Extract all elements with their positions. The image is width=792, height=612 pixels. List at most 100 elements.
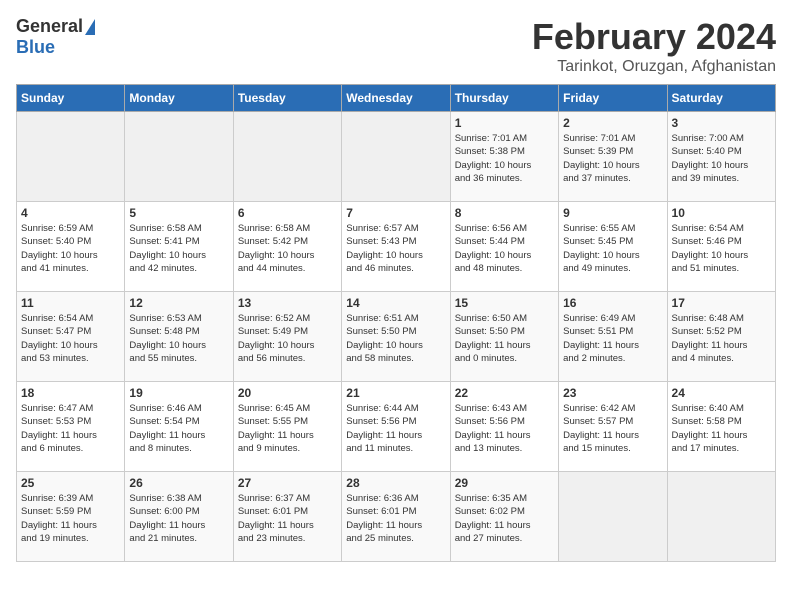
day-info: Sunrise: 6:44 AM Sunset: 5:56 PM Dayligh… [346,402,445,455]
day-number: 25 [21,476,120,490]
day-number: 15 [455,296,554,310]
day-header-tuesday: Tuesday [233,85,341,112]
day-header-thursday: Thursday [450,85,558,112]
calendar-cell: 10 Sunrise: 6:54 AM Sunset: 5:46 PM Dayli… [667,202,775,292]
calendar-cell: 16Sunrise: 6:49 AM Sunset: 5:51 PM Dayli… [559,292,667,382]
day-info: Sunrise: 6:36 AM Sunset: 6:01 PM Dayligh… [346,492,445,545]
calendar-cell: 3 Sunrise: 7:00 AM Sunset: 5:40 PM Daylig… [667,112,775,202]
calendar-cell: 14 Sunrise: 6:51 AM Sunset: 5:50 PM Dayli… [342,292,450,382]
day-info: Sunrise: 7:00 AM Sunset: 5:40 PM Dayligh… [672,132,771,185]
calendar-cell: 13 Sunrise: 6:52 AM Sunset: 5:49 PM Dayli… [233,292,341,382]
calendar-header-row: SundayMondayTuesdayWednesdayThursdayFrid… [17,85,776,112]
calendar-cell: 25Sunrise: 6:39 AM Sunset: 5:59 PM Dayli… [17,472,125,562]
calendar-cell [17,112,125,202]
day-number: 24 [672,386,771,400]
calendar-cell: 4 Sunrise: 6:59 AM Sunset: 5:40 PM Daylig… [17,202,125,292]
logo-blue: Blue [16,37,55,58]
day-info: Sunrise: 6:52 AM Sunset: 5:49 PM Dayligh… [238,312,337,365]
day-info: Sunrise: 6:58 AM Sunset: 5:42 PM Dayligh… [238,222,337,275]
day-info: Sunrise: 6:57 AM Sunset: 5:43 PM Dayligh… [346,222,445,275]
calendar-week-2: 11 Sunrise: 6:54 AM Sunset: 5:47 PM Dayli… [17,292,776,382]
day-info: Sunrise: 7:01 AM Sunset: 5:38 PM Dayligh… [455,132,554,185]
day-header-monday: Monday [125,85,233,112]
calendar-cell: 11 Sunrise: 6:54 AM Sunset: 5:47 PM Dayli… [17,292,125,382]
day-number: 11 [21,296,120,310]
calendar-cell: 18Sunrise: 6:47 AM Sunset: 5:53 PM Dayli… [17,382,125,472]
day-number: 6 [238,206,337,220]
day-info: Sunrise: 6:56 AM Sunset: 5:44 PM Dayligh… [455,222,554,275]
calendar-cell: 26 Sunrise: 6:38 AM Sunset: 6:00 PM Dayli… [125,472,233,562]
calendar-week-1: 4 Sunrise: 6:59 AM Sunset: 5:40 PM Daylig… [17,202,776,292]
calendar-cell [342,112,450,202]
day-number: 16 [563,296,662,310]
day-info: Sunrise: 6:38 AM Sunset: 6:00 PM Dayligh… [129,492,228,545]
calendar-cell: 19Sunrise: 6:46 AM Sunset: 5:54 PM Dayli… [125,382,233,472]
day-info: Sunrise: 6:54 AM Sunset: 5:46 PM Dayligh… [672,222,771,275]
calendar-cell: 12Sunrise: 6:53 AM Sunset: 5:48 PM Dayli… [125,292,233,382]
calendar-body: 1 Sunrise: 7:01 AM Sunset: 5:38 PM Daylig… [17,112,776,562]
logo-triangle-icon [85,19,95,35]
calendar-week-0: 1 Sunrise: 7:01 AM Sunset: 5:38 PM Daylig… [17,112,776,202]
day-number: 7 [346,206,445,220]
day-number: 4 [21,206,120,220]
day-header-wednesday: Wednesday [342,85,450,112]
day-number: 26 [129,476,228,490]
day-number: 2 [563,116,662,130]
calendar-cell: 9 Sunrise: 6:55 AM Sunset: 5:45 PM Daylig… [559,202,667,292]
day-info: Sunrise: 6:54 AM Sunset: 5:47 PM Dayligh… [21,312,120,365]
calendar-table: SundayMondayTuesdayWednesdayThursdayFrid… [16,84,776,562]
calendar-cell: 27 Sunrise: 6:37 AM Sunset: 6:01 PM Dayli… [233,472,341,562]
day-info: Sunrise: 6:48 AM Sunset: 5:52 PM Dayligh… [672,312,771,365]
calendar-cell: 6 Sunrise: 6:58 AM Sunset: 5:42 PM Daylig… [233,202,341,292]
logo: General Blue [16,16,95,58]
calendar-cell: 24 Sunrise: 6:40 AM Sunset: 5:58 PM Dayli… [667,382,775,472]
day-number: 29 [455,476,554,490]
day-info: Sunrise: 6:59 AM Sunset: 5:40 PM Dayligh… [21,222,120,275]
day-number: 27 [238,476,337,490]
day-info: Sunrise: 6:37 AM Sunset: 6:01 PM Dayligh… [238,492,337,545]
day-number: 8 [455,206,554,220]
day-info: Sunrise: 6:43 AM Sunset: 5:56 PM Dayligh… [455,402,554,455]
day-info: Sunrise: 6:50 AM Sunset: 5:50 PM Dayligh… [455,312,554,365]
day-info: Sunrise: 6:46 AM Sunset: 5:54 PM Dayligh… [129,402,228,455]
month-title: February 2024 [532,16,776,58]
calendar-cell [667,472,775,562]
calendar-cell: 21 Sunrise: 6:44 AM Sunset: 5:56 PM Dayli… [342,382,450,472]
day-number: 20 [238,386,337,400]
calendar-cell: 7 Sunrise: 6:57 AM Sunset: 5:43 PM Daylig… [342,202,450,292]
calendar-cell: 22 Sunrise: 6:43 AM Sunset: 5:56 PM Dayli… [450,382,558,472]
calendar-cell: 1 Sunrise: 7:01 AM Sunset: 5:38 PM Daylig… [450,112,558,202]
day-number: 28 [346,476,445,490]
logo-general: General [16,16,83,37]
day-info: Sunrise: 7:01 AM Sunset: 5:39 PM Dayligh… [563,132,662,185]
day-number: 1 [455,116,554,130]
calendar-cell: 29 Sunrise: 6:35 AM Sunset: 6:02 PM Dayli… [450,472,558,562]
day-number: 23 [563,386,662,400]
day-number: 3 [672,116,771,130]
calendar-cell [125,112,233,202]
day-info: Sunrise: 6:55 AM Sunset: 5:45 PM Dayligh… [563,222,662,275]
day-info: Sunrise: 6:51 AM Sunset: 5:50 PM Dayligh… [346,312,445,365]
calendar-cell: 2 Sunrise: 7:01 AM Sunset: 5:39 PM Daylig… [559,112,667,202]
day-number: 22 [455,386,554,400]
calendar-week-3: 18Sunrise: 6:47 AM Sunset: 5:53 PM Dayli… [17,382,776,472]
day-number: 21 [346,386,445,400]
calendar-cell [233,112,341,202]
title-area: February 2024 Tarinkot, Oruzgan, Afghani… [532,16,776,76]
day-header-sunday: Sunday [17,85,125,112]
day-info: Sunrise: 6:53 AM Sunset: 5:48 PM Dayligh… [129,312,228,365]
calendar-cell: 20Sunrise: 6:45 AM Sunset: 5:55 PM Dayli… [233,382,341,472]
day-number: 13 [238,296,337,310]
calendar-cell: 8 Sunrise: 6:56 AM Sunset: 5:44 PM Daylig… [450,202,558,292]
day-number: 9 [563,206,662,220]
calendar-cell: 5Sunrise: 6:58 AM Sunset: 5:41 PM Daylig… [125,202,233,292]
header-area: General Blue February 2024 Tarinkot, Oru… [16,16,776,76]
day-info: Sunrise: 6:40 AM Sunset: 5:58 PM Dayligh… [672,402,771,455]
calendar-cell: 15 Sunrise: 6:50 AM Sunset: 5:50 PM Dayli… [450,292,558,382]
day-info: Sunrise: 6:35 AM Sunset: 6:02 PM Dayligh… [455,492,554,545]
day-header-friday: Friday [559,85,667,112]
day-number: 10 [672,206,771,220]
day-header-saturday: Saturday [667,85,775,112]
day-info: Sunrise: 6:58 AM Sunset: 5:41 PM Dayligh… [129,222,228,275]
day-number: 14 [346,296,445,310]
